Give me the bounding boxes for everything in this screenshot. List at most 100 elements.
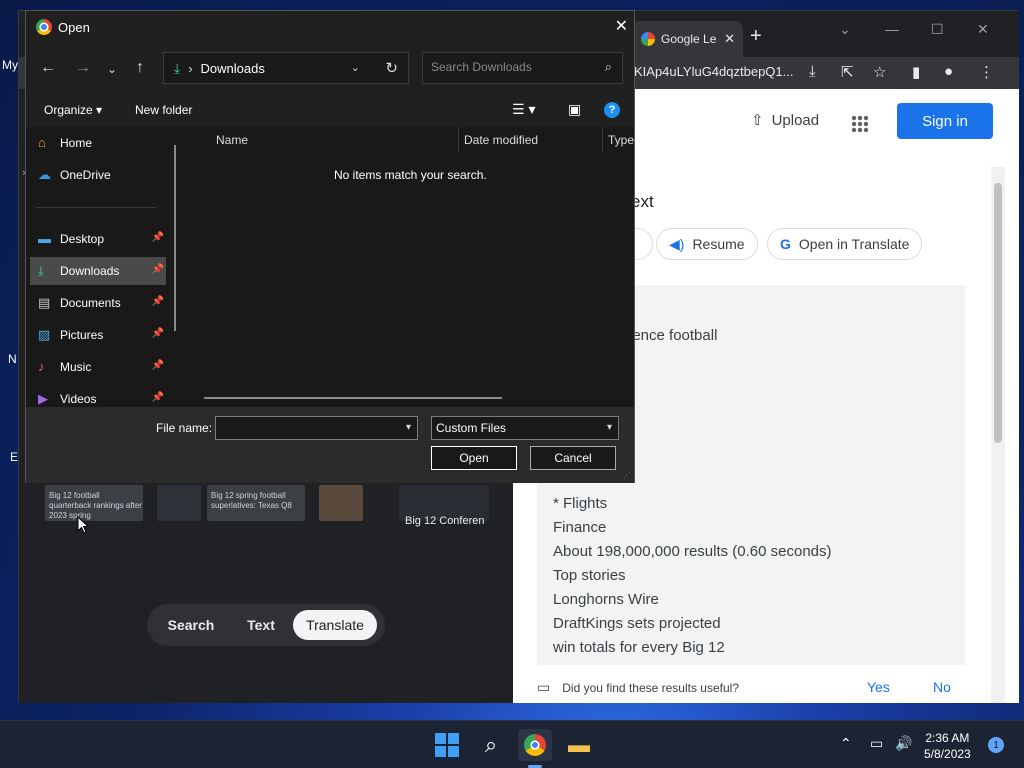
search-icon[interactable]: ⌕ [605,59,612,75]
new-tab-button[interactable]: + [750,25,762,48]
new-folder-button[interactable]: New folder [135,103,192,117]
nav-item-desktop[interactable]: ▬ Desktop 📌 [30,225,166,253]
column-header-date-modified[interactable]: Date modified [464,133,538,147]
bookmark-star-icon[interactable]: ☆ [873,63,886,81]
notification-badge[interactable]: 1 [988,737,1004,753]
file-name-combobox[interactable]: ▾ [215,416,418,440]
open-button[interactable]: Open [431,446,517,470]
browser-tab[interactable]: Google Le ✕ [631,21,743,57]
search-input[interactable] [431,60,591,74]
show-hidden-icons-chevron-icon[interactable]: ⌃ [840,735,852,752]
mouse-cursor-icon [77,516,89,534]
google-icon [641,32,655,46]
system-clock[interactable]: 2:36 AM 5/8/2023 [924,730,971,762]
nav-pane-scrollbar[interactable] [174,145,176,331]
network-icon[interactable]: ▭ [870,735,883,752]
start-button[interactable] [434,729,460,761]
thumbnail[interactable]: Big 12 spring football superlatives: Tex… [207,485,305,521]
column-header-name[interactable]: Name [216,133,248,147]
nav-item-downloads[interactable]: ⤓ Downloads 📌 [30,257,166,285]
desktop-icon: ▬ [38,231,51,246]
chevron-down-icon[interactable]: ▾ [406,422,411,433]
nav-item-music[interactable]: ♪ Music 📌 [30,353,166,381]
tab-close-icon[interactable]: ✕ [724,31,735,47]
feedback-yes-button[interactable]: Yes [867,679,890,695]
text-line[interactable]: About 198,000,000 results (0.60 seconds) [553,543,832,560]
search-downloads-box[interactable]: ⌕ [422,52,623,84]
mode-translate-button[interactable]: Translate [293,610,377,640]
file-type-select[interactable]: Custom Files ▾ [431,416,619,440]
maximize-button[interactable]: ☐ [931,21,944,38]
address-bar-url[interactable]: KIAp4uLYluG4dqztbepQ1... [634,64,793,79]
volume-icon[interactable]: 🔊 [895,735,912,752]
resume-button[interactable]: ◀) Resume [656,228,758,260]
resize-grip-icon[interactable]: ⋰ [623,471,631,480]
videos-icon: ▶ [38,391,48,406]
sign-in-button[interactable]: Sign in [897,103,993,139]
help-icon[interactable]: ? [604,102,620,118]
download-icon: ⤓ [38,263,44,278]
chrome-icon [36,19,52,35]
nav-item-documents[interactable]: ▤ Documents 📌 [30,289,166,317]
file-name-input[interactable] [220,420,396,435]
address-dropdown-icon[interactable]: ⌄ [351,61,360,74]
mode-search-button[interactable]: Search [153,610,229,640]
thumbnail[interactable] [157,485,201,521]
feedback-no-button[interactable]: No [933,679,951,695]
view-options-icon[interactable]: ☰ ▾ [512,101,535,118]
pin-icon: 📌 [151,264,164,275]
preview-pane-icon[interactable]: ▣ [568,101,581,118]
profile-icon[interactable]: ● [944,63,953,80]
dialog-close-button[interactable]: ✕ [615,16,628,36]
window-close-button[interactable]: ✕ [977,21,989,38]
lens-mode-switcher: Search Text Translate [147,604,385,646]
upload-button[interactable]: ⇧ Upload [751,111,819,130]
address-bar[interactable]: ⤓ › Downloads ⌄ ↻ [163,52,409,84]
text-line[interactable]: DraftKings sets projected [553,615,721,632]
open-in-translate-button[interactable]: G Open in Translate [767,228,923,260]
text-line[interactable]: Longhorns Wire [553,591,659,608]
text-line[interactable]: Finance [553,519,606,536]
column-header-type[interactable]: Type [608,133,634,147]
text-line[interactable]: * Flights [553,495,607,512]
install-icon[interactable]: ⤓ [809,63,816,80]
search-icon[interactable]: ⌕ [478,729,504,761]
cancel-button[interactable]: Cancel [530,446,616,470]
side-panel-icon[interactable]: ▮ [912,63,920,81]
audio-icon: ◀) [669,235,685,252]
music-icon: ♪ [38,359,45,374]
file-list-horizontal-scrollbar[interactable] [204,397,502,399]
recent-locations-chevron-icon[interactable]: ⌄ [107,62,117,76]
refresh-icon[interactable]: ↻ [385,59,398,77]
column-divider[interactable] [458,127,459,153]
mode-text-button[interactable]: Text [235,610,287,640]
column-divider[interactable] [602,127,603,153]
forward-arrow-icon[interactable]: → [75,59,91,77]
chevron-down-icon[interactable]: ▾ [607,422,612,433]
back-arrow-icon[interactable]: ← [40,59,56,77]
text-line[interactable]: win totals for every Big 12 [553,639,725,656]
up-arrow-icon[interactable]: ↑ [136,59,144,77]
menu-icon[interactable]: ⋮ [979,63,994,81]
pin-icon: 📌 [151,392,164,403]
text-line[interactable]: Top stories [553,567,626,584]
results-scrollbar[interactable] [991,167,1005,703]
taskbar-chrome-button[interactable] [518,729,552,761]
address-folder[interactable]: Downloads [201,61,265,76]
share-icon[interactable]: ⇱ [841,63,854,81]
file-explorer-icon[interactable]: ▬ [564,729,594,761]
dialog-titlebar: Open ✕ [26,11,634,43]
tab-search-icon[interactable]: ⌄ [839,21,851,38]
nav-item-onedrive[interactable]: › ☁ OneDrive [22,161,166,189]
expand-chevron-icon[interactable]: › [22,167,26,179]
pin-icon: 📌 [151,360,164,371]
pin-icon: 📌 [151,296,164,307]
nav-item-home[interactable]: ⌂ Home [30,129,166,157]
nav-item-pictures[interactable]: ▨ Pictures 📌 [30,321,166,349]
thumbnail[interactable]: Big 12 football quarterback rankings aft… [45,485,143,521]
scrollbar-thumb[interactable] [994,183,1002,443]
apps-grid-icon[interactable] [851,115,869,133]
organize-button[interactable]: Organize ▾ [44,103,102,117]
minimize-button[interactable]: — [885,21,899,37]
thumbnail[interactable] [319,485,363,521]
